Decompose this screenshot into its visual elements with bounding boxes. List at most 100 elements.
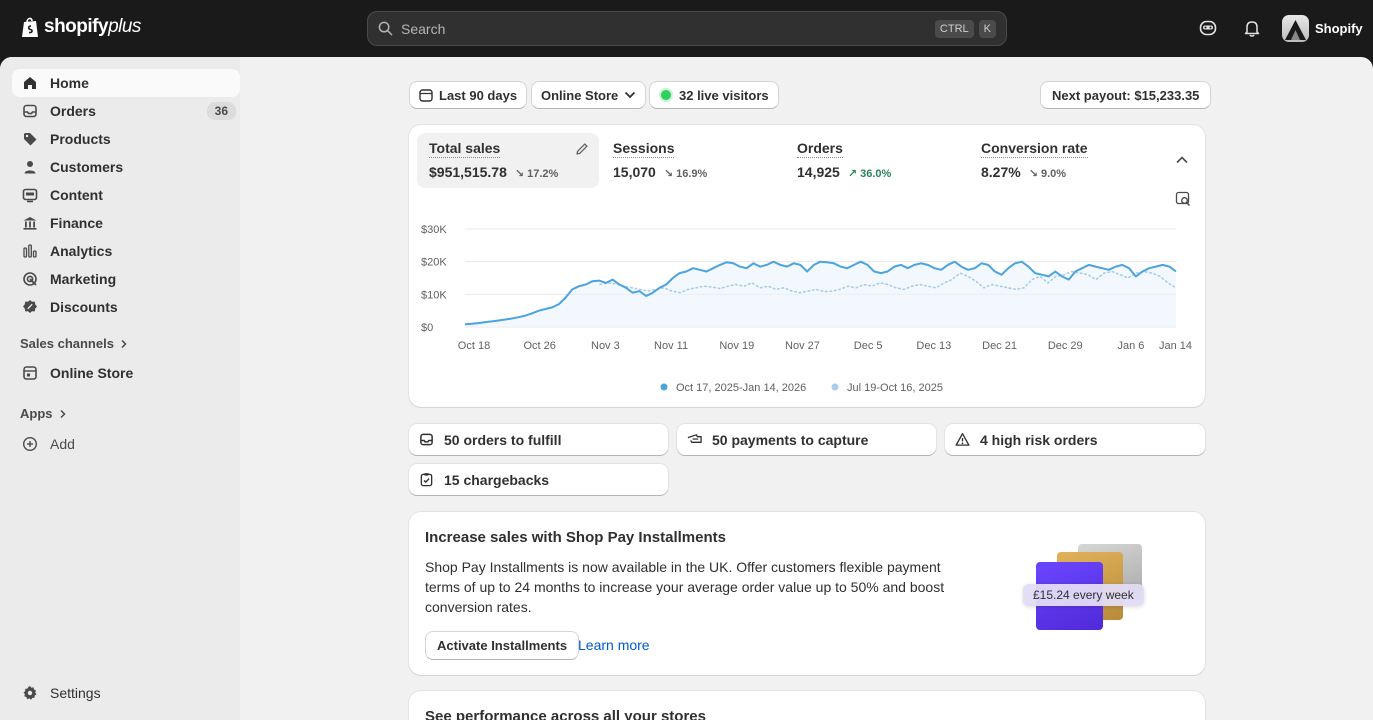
sidebar-item-settings[interactable]: Settings: [12, 679, 240, 707]
sales-channels-header[interactable]: Sales channels: [20, 336, 128, 351]
plus-circle-icon: [22, 436, 38, 452]
collapse-chevron-icon[interactable]: [1175, 155, 1189, 165]
x-tick-label: Nov 11: [654, 340, 688, 352]
task-label: 4 high risk orders: [980, 431, 1098, 448]
calendar-icon: [419, 89, 433, 102]
sidebar-item-label: Add: [50, 436, 75, 452]
metric-delta: ↘ 9.0%: [1029, 167, 1066, 180]
metric-label: Orders: [797, 140, 843, 158]
series-area-fill: [465, 261, 1176, 327]
metric-orders[interactable]: Orders 14,925 ↗ 36.0%: [785, 133, 967, 188]
shopify-plus-logo[interactable]: shopifyplus: [20, 16, 141, 38]
sidebar: Home Orders 36 Products Customers Conten…: [0, 57, 240, 720]
sidekick-icon[interactable]: [1198, 18, 1218, 38]
sidebar-item-label: Products: [50, 131, 111, 147]
main-content: Last 90 days Online Store 32 live visito…: [240, 57, 1373, 720]
sidebar-item-label: Home: [50, 75, 89, 91]
inbox-icon: [23, 104, 37, 118]
metric-label: Conversion rate: [981, 140, 1088, 158]
legend-label: Oct 17, 2025-Jan 14, 2026: [676, 382, 806, 394]
date-range-label: Last 90 days: [439, 87, 518, 103]
sidebar-item-marketing[interactable]: Marketing: [12, 265, 240, 293]
sidebar-item-label: Analytics: [50, 243, 113, 259]
sidebar-item-label: Customers: [50, 159, 124, 175]
inbox-icon: [420, 433, 433, 446]
learn-more-link[interactable]: Learn more: [578, 637, 650, 653]
arrow-down-icon: ↘: [663, 168, 674, 180]
series-line-previous: [599, 270, 1177, 294]
metric-total-sales[interactable]: Total sales $951,515.78 ↘ 17.2%: [417, 133, 599, 188]
metric-delta-value: 16.9%: [676, 168, 708, 180]
gear-icon: [23, 686, 37, 700]
sidebar-item-content[interactable]: Content: [12, 181, 240, 209]
sidebar-item-add-app[interactable]: Add: [12, 430, 240, 458]
activate-installments-button[interactable]: Activate Installments: [425, 631, 580, 660]
channel-label: Online Store: [541, 87, 619, 103]
search-input[interactable]: [401, 20, 930, 37]
live-visitors-button[interactable]: 32 live visitors: [649, 81, 779, 109]
task-high-risk-orders[interactable]: 4 high risk orders: [945, 424, 1205, 455]
alert-triangle-icon: [955, 433, 970, 446]
sidebar-item-analytics[interactable]: Analytics: [12, 237, 240, 265]
chevron-right-icon: [59, 409, 66, 418]
x-tick-label: Dec 29: [1048, 340, 1083, 352]
arrow-up-icon: ↗: [847, 168, 858, 180]
discount-icon: [23, 300, 37, 313]
x-tick-label: Dec 13: [916, 340, 951, 352]
sidebar-item-orders[interactable]: Orders 36: [12, 97, 240, 125]
apps-header[interactable]: Apps: [20, 406, 67, 421]
tag-icon: [24, 133, 37, 146]
metric-value: $951,515.78: [429, 164, 507, 180]
x-tick-label: Jan 6: [1117, 340, 1144, 352]
sidebar-item-discounts[interactable]: Discounts: [12, 293, 240, 321]
logo-plus: plus: [108, 16, 141, 37]
sidebar-item-online-store[interactable]: Online Store: [12, 359, 240, 387]
clipboard-check-icon: [420, 473, 433, 487]
next-payout-button[interactable]: Next payout: $15,233.35: [1040, 81, 1212, 109]
live-indicator-dot: [661, 90, 671, 100]
x-tick-label: Nov 27: [785, 340, 820, 352]
chevron-right-icon: [121, 339, 127, 348]
task-chargebacks[interactable]: 15 chargebacks: [409, 464, 668, 495]
sidebar-item-label: Discounts: [50, 299, 118, 315]
account-name: Shopify: [1315, 21, 1363, 36]
home-icon: [24, 77, 36, 89]
chevron-down-icon: [625, 91, 636, 99]
next-payout-label: Next payout: $15,233.35: [1052, 87, 1200, 103]
y-tick-label: $10K: [421, 289, 447, 301]
task-label: 50 payments to capture: [712, 431, 869, 448]
store-performance-card: See performance across all your stores: [409, 691, 1205, 720]
account-menu[interactable]: Shopify: [1282, 15, 1363, 42]
sidebar-item-label: Content: [50, 187, 103, 203]
sidebar-item-products[interactable]: Products: [12, 125, 240, 153]
search-bar[interactable]: CTRL K: [367, 11, 1007, 46]
shortcut-k: K: [978, 19, 996, 38]
target-icon: [23, 272, 37, 286]
x-tick-label: Oct 26: [523, 340, 555, 352]
chart-explore-icon[interactable]: [1175, 191, 1191, 207]
date-range-filter[interactable]: Last 90 days: [409, 81, 528, 109]
channel-filter[interactable]: Online Store: [531, 81, 647, 109]
x-tick-label: Nov 3: [591, 340, 620, 352]
sidebar-item-label: Orders: [50, 103, 96, 119]
store-avatar: [1282, 15, 1309, 42]
bell-icon[interactable]: [1242, 18, 1262, 38]
task-orders-to-fulfill[interactable]: 50 orders to fulfill: [409, 424, 668, 455]
y-tick-label: $30K: [421, 224, 447, 236]
pencil-icon[interactable]: [575, 142, 589, 156]
sidebar-item-customers[interactable]: Customers: [12, 153, 240, 181]
task-label: 50 orders to fulfill: [444, 431, 562, 448]
sidebar-item-label: Settings: [50, 685, 101, 701]
metric-sessions[interactable]: Sessions 15,070 ↘ 16.9%: [601, 133, 783, 188]
sidebar-item-finance[interactable]: Finance: [12, 209, 240, 237]
y-tick-label: $20K: [421, 257, 447, 269]
sidebar-item-home[interactable]: Home: [12, 69, 240, 97]
admin-frame: Home Orders 36 Products Customers Conten…: [0, 57, 1373, 720]
metric-conversion-rate[interactable]: Conversion rate 8.27% ↘ 9.0%: [969, 133, 1151, 188]
metric-delta-value: 36.0%: [860, 168, 892, 180]
metric-delta: ↘ 17.2%: [515, 167, 558, 180]
sidebar-item-label: Marketing: [50, 271, 117, 287]
sales-channels-label: Sales channels: [20, 336, 114, 351]
task-payments-to-capture[interactable]: 50 payments to capture: [677, 424, 936, 455]
search-icon: [378, 21, 393, 36]
